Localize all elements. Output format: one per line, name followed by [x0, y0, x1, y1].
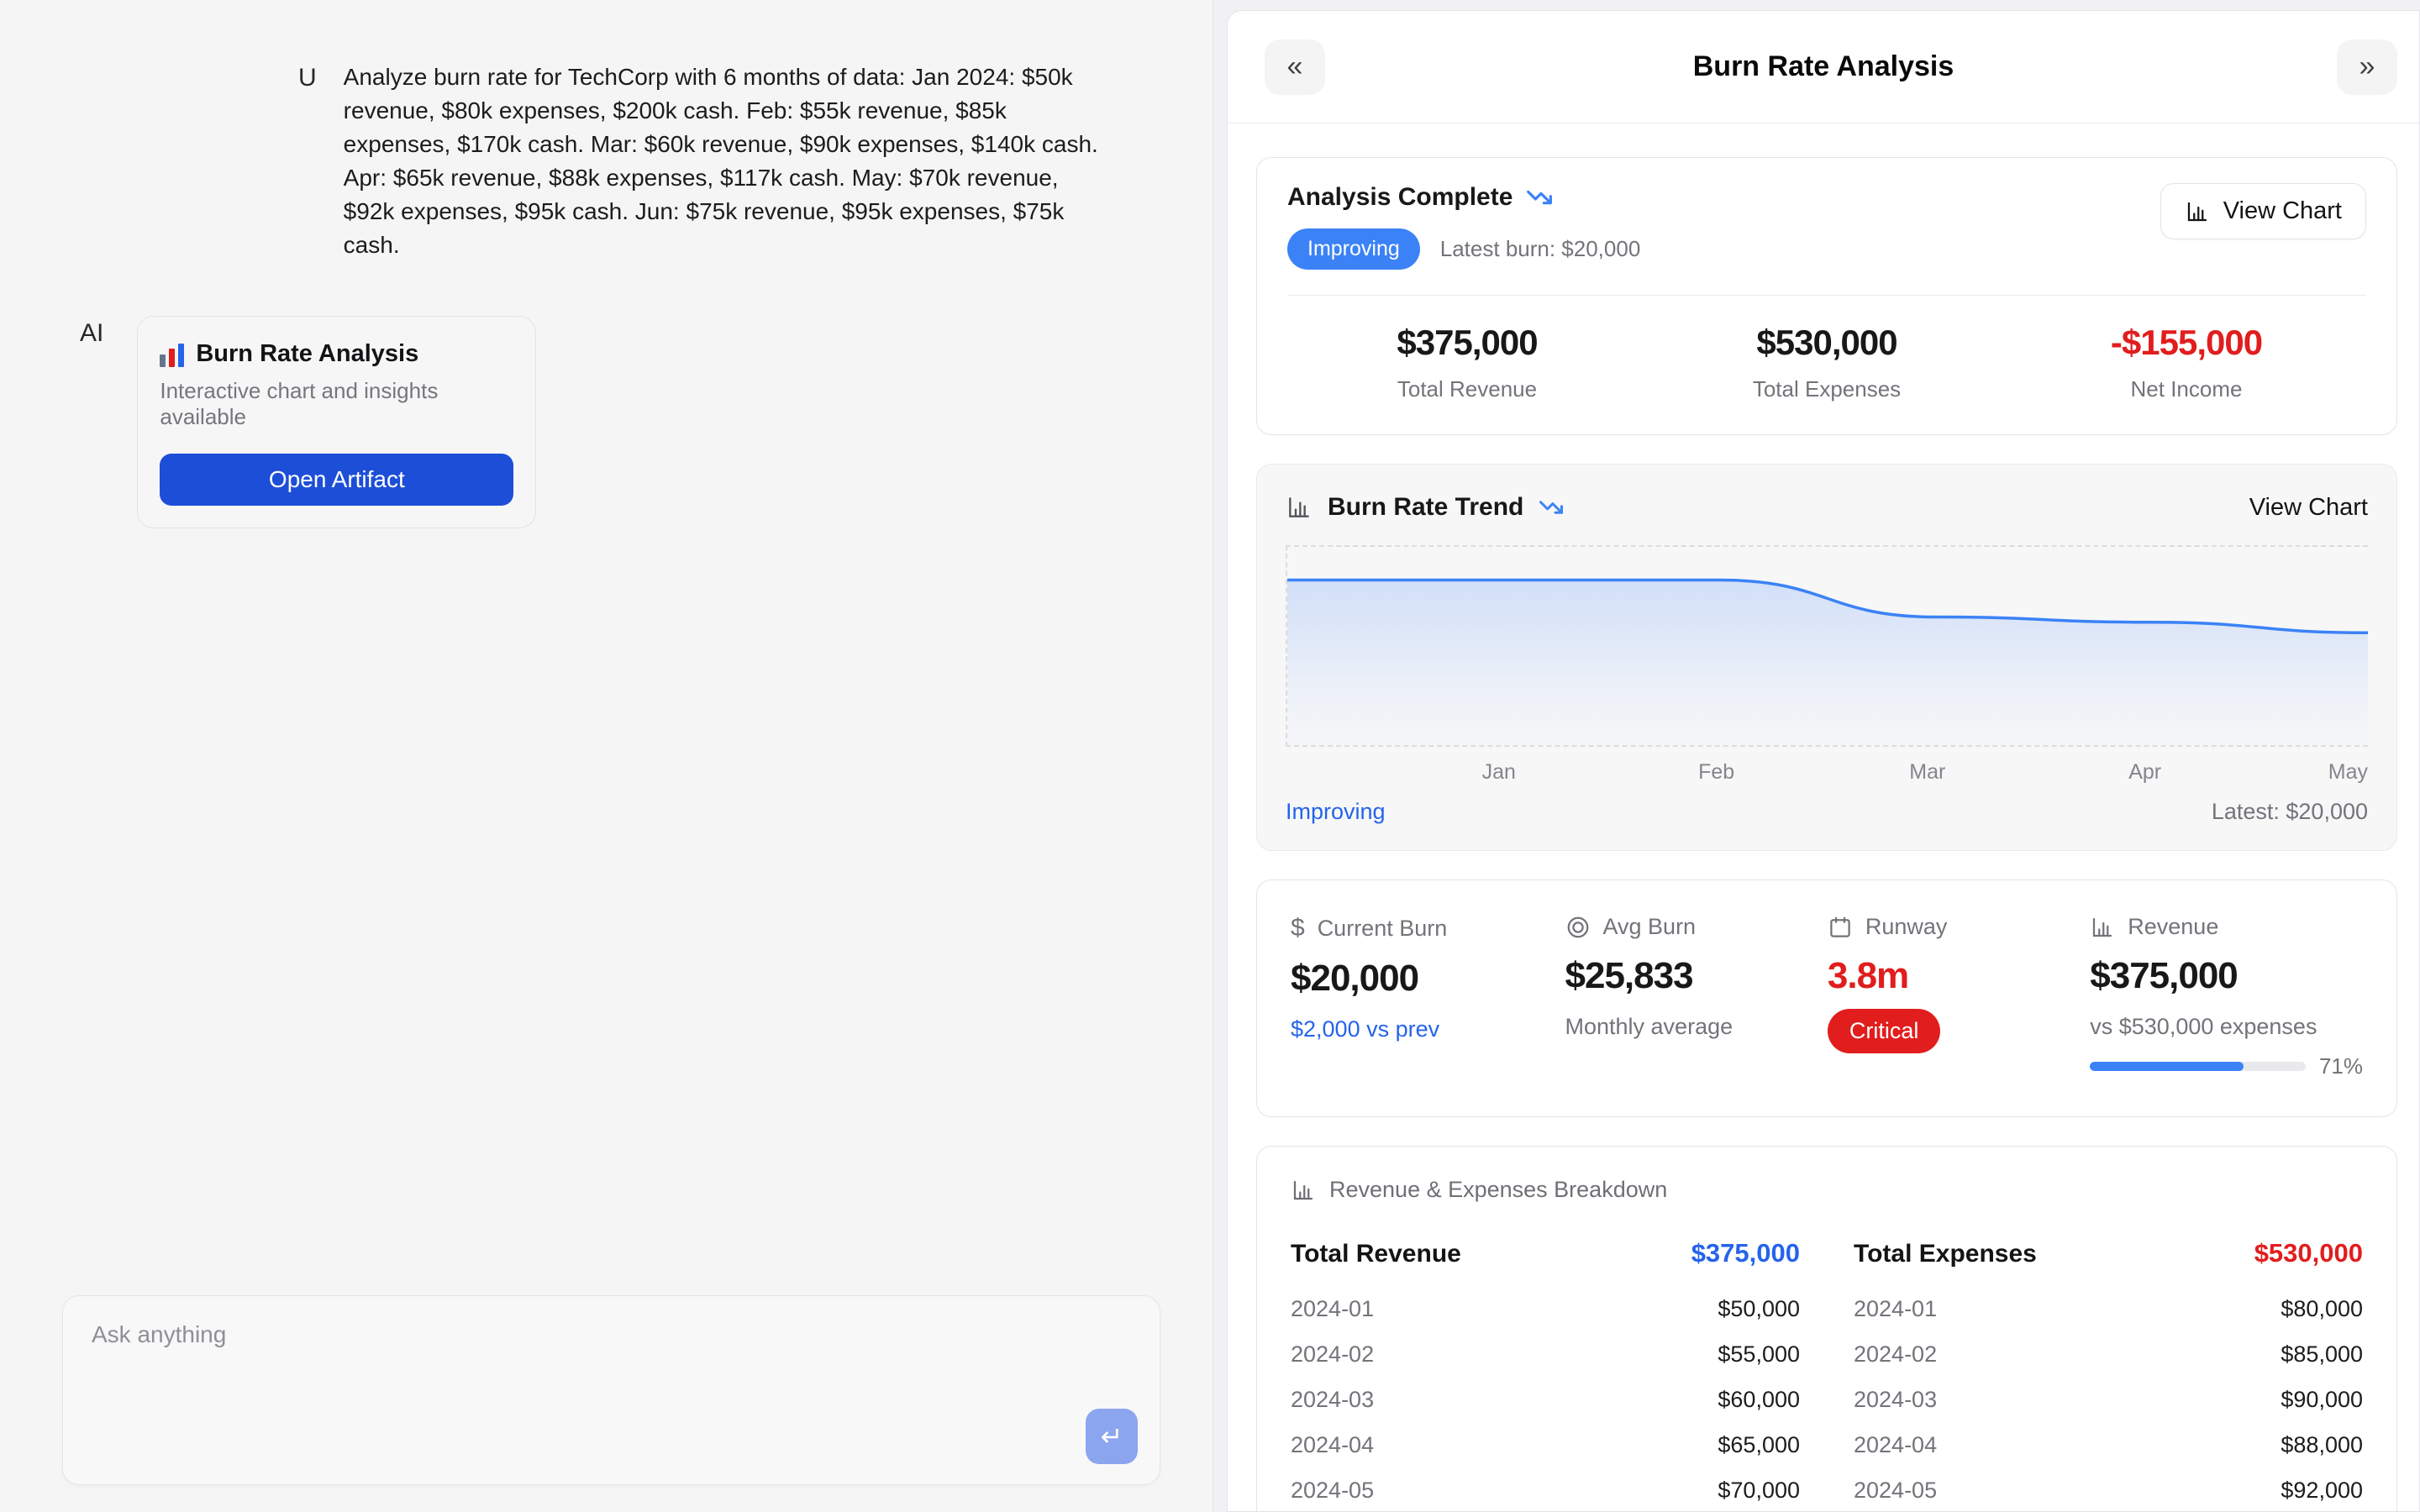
expenses-column-label: Total Expenses	[1854, 1240, 2037, 1268]
net-income-stat: -$155,000 Net Income	[2007, 323, 2366, 402]
revenue-column-label: Total Revenue	[1291, 1240, 1461, 1268]
dollar-sign-icon: $	[1291, 914, 1305, 942]
artifact-card-title: Burn Rate Analysis	[196, 340, 418, 368]
stat-label: Total Expenses	[1647, 376, 2007, 402]
bar-chart-icon	[2185, 199, 2210, 224]
revenue-column: Total Revenue $375,000 2024-01$50,000 20…	[1291, 1238, 1800, 1511]
table-row: 2024-01$80,000	[1854, 1290, 2363, 1328]
breakdown-card: Revenue & Expenses Breakdown Total Reven…	[1256, 1146, 2397, 1511]
user-avatar: U	[298, 60, 317, 262]
panel-header: « Burn Rate Analysis »	[1228, 11, 2419, 123]
open-artifact-button[interactable]: Open Artifact	[160, 454, 513, 506]
bar-chart-icon	[160, 342, 184, 367]
metric-subtext: Monthly average	[1565, 1014, 1802, 1040]
total-revenue-stat: $375,000 Total Revenue	[1287, 323, 1647, 402]
metric-value: 3.8m	[1828, 955, 2065, 997]
send-button[interactable]: ↵	[1086, 1409, 1138, 1464]
table-row: 2024-05$70,000	[1291, 1472, 1800, 1509]
bar-chart-icon	[2090, 915, 2115, 940]
user-message-row: U Analyze burn rate for TechCorp with 6 …	[0, 0, 1213, 262]
artifact-panel: « Burn Rate Analysis » Analysis Complete…	[1227, 10, 2420, 1512]
view-chart-button[interactable]: View Chart	[2160, 183, 2366, 239]
composer: ↵	[62, 1295, 1160, 1485]
stat-value: -$155,000	[2007, 323, 2366, 363]
trending-down-icon	[1539, 495, 1564, 520]
metrics-card: $ Current Burn $20,000 $2,000 vs prev Av…	[1256, 879, 2397, 1117]
analysis-summary-card: Analysis Complete Improving Latest burn:…	[1256, 157, 2397, 435]
area-chart-svg	[1287, 547, 2368, 745]
stat-value: $375,000	[1287, 323, 1647, 363]
artifact-preview-card: Burn Rate Analysis Interactive chart and…	[137, 316, 536, 528]
revenue-metric: Revenue $375,000 vs $530,000 expenses 71…	[2090, 914, 2363, 1079]
revenue-progress-bar	[2090, 1062, 2306, 1071]
avg-burn-metric: Avg Burn $25,833 Monthly average	[1565, 914, 1802, 1079]
x-tick: Jan	[1482, 760, 1516, 785]
calendar-icon	[1828, 915, 1853, 940]
metric-value: $375,000	[2090, 955, 2363, 997]
latest-burn-text: Latest burn: $20,000	[1440, 236, 1641, 262]
metric-subtext: $2,000 vs prev	[1291, 1016, 1540, 1042]
metric-value: $20,000	[1291, 958, 1540, 1000]
trending-down-icon	[1526, 184, 1553, 211]
stat-value: $530,000	[1647, 323, 2007, 363]
x-tick: Feb	[1698, 760, 1734, 785]
expand-panel-button[interactable]: »	[2337, 39, 2397, 95]
table-row: 2024-04$88,000	[1854, 1426, 2363, 1464]
chat-pane: U Analyze burn rate for TechCorp with 6 …	[0, 0, 1213, 1512]
x-tick: Mar	[1909, 760, 1945, 785]
critical-badge: Critical	[1828, 1009, 1941, 1053]
collapse-panel-button[interactable]: «	[1265, 39, 1325, 95]
improving-badge: Improving	[1287, 228, 1420, 270]
table-row: 2024-03$60,000	[1291, 1381, 1800, 1419]
revenue-column-total: $375,000	[1691, 1238, 1800, 1268]
table-row: 2024-03$90,000	[1854, 1381, 2363, 1419]
bar-chart-icon	[1286, 494, 1313, 521]
trend-latest-text: Latest: $20,000	[2212, 799, 2368, 825]
stat-label: Net Income	[2007, 376, 2366, 402]
target-icon	[1565, 915, 1591, 940]
table-row: 2024-02$85,000	[1854, 1336, 2363, 1373]
trend-view-chart-link[interactable]: View Chart	[2249, 494, 2368, 522]
panel-title: Burn Rate Analysis	[1228, 50, 2419, 83]
summary-title: Analysis Complete	[1287, 183, 1512, 212]
ai-avatar: AI	[80, 316, 103, 528]
stat-label: Total Revenue	[1287, 376, 1647, 402]
breakdown-title: Revenue & Expenses Breakdown	[1329, 1177, 1667, 1203]
user-message-text: Analyze burn rate for TechCorp with 6 mo…	[344, 60, 1104, 262]
bar-chart-icon	[1291, 1178, 1316, 1203]
x-tick: Apr	[2128, 760, 2161, 785]
trend-status-text: Improving	[1286, 799, 1386, 825]
table-row: 2024-02$55,000	[1291, 1336, 1800, 1373]
ai-message-row: AI Burn Rate Analysis Interactive chart …	[0, 262, 1213, 528]
table-row: 2024-04$65,000	[1291, 1426, 1800, 1464]
table-row: 2024-01$50,000	[1291, 1290, 1800, 1328]
metric-value: $25,833	[1565, 955, 1802, 997]
current-burn-metric: $ Current Burn $20,000 $2,000 vs prev	[1291, 914, 1540, 1079]
chat-input[interactable]	[63, 1296, 1160, 1414]
table-row: 2024-05$92,000	[1854, 1472, 2363, 1509]
total-expenses-stat: $530,000 Total Expenses	[1647, 323, 2007, 402]
return-arrow-icon: ↵	[1101, 1420, 1123, 1452]
runway-metric: Runway 3.8m Critical	[1828, 914, 2065, 1079]
artifact-card-subtitle: Interactive chart and insights available	[160, 378, 513, 430]
panel-content: Analysis Complete Improving Latest burn:…	[1228, 123, 2419, 1511]
x-tick: May	[2328, 760, 2368, 785]
x-axis-labels: Jan Feb Mar Apr May	[1286, 747, 2368, 785]
expenses-column-total: $530,000	[2254, 1238, 2363, 1268]
burn-rate-trend-card: Burn Rate Trend View Chart	[1256, 464, 2397, 851]
progress-percent: 71%	[2319, 1053, 2363, 1079]
expenses-column: Total Expenses $530,000 2024-01$80,000 2…	[1854, 1238, 2363, 1511]
trend-title: Burn Rate Trend	[1328, 493, 1523, 522]
burn-rate-chart	[1286, 545, 2368, 747]
metric-subtext: vs $530,000 expenses	[2090, 1014, 2363, 1040]
